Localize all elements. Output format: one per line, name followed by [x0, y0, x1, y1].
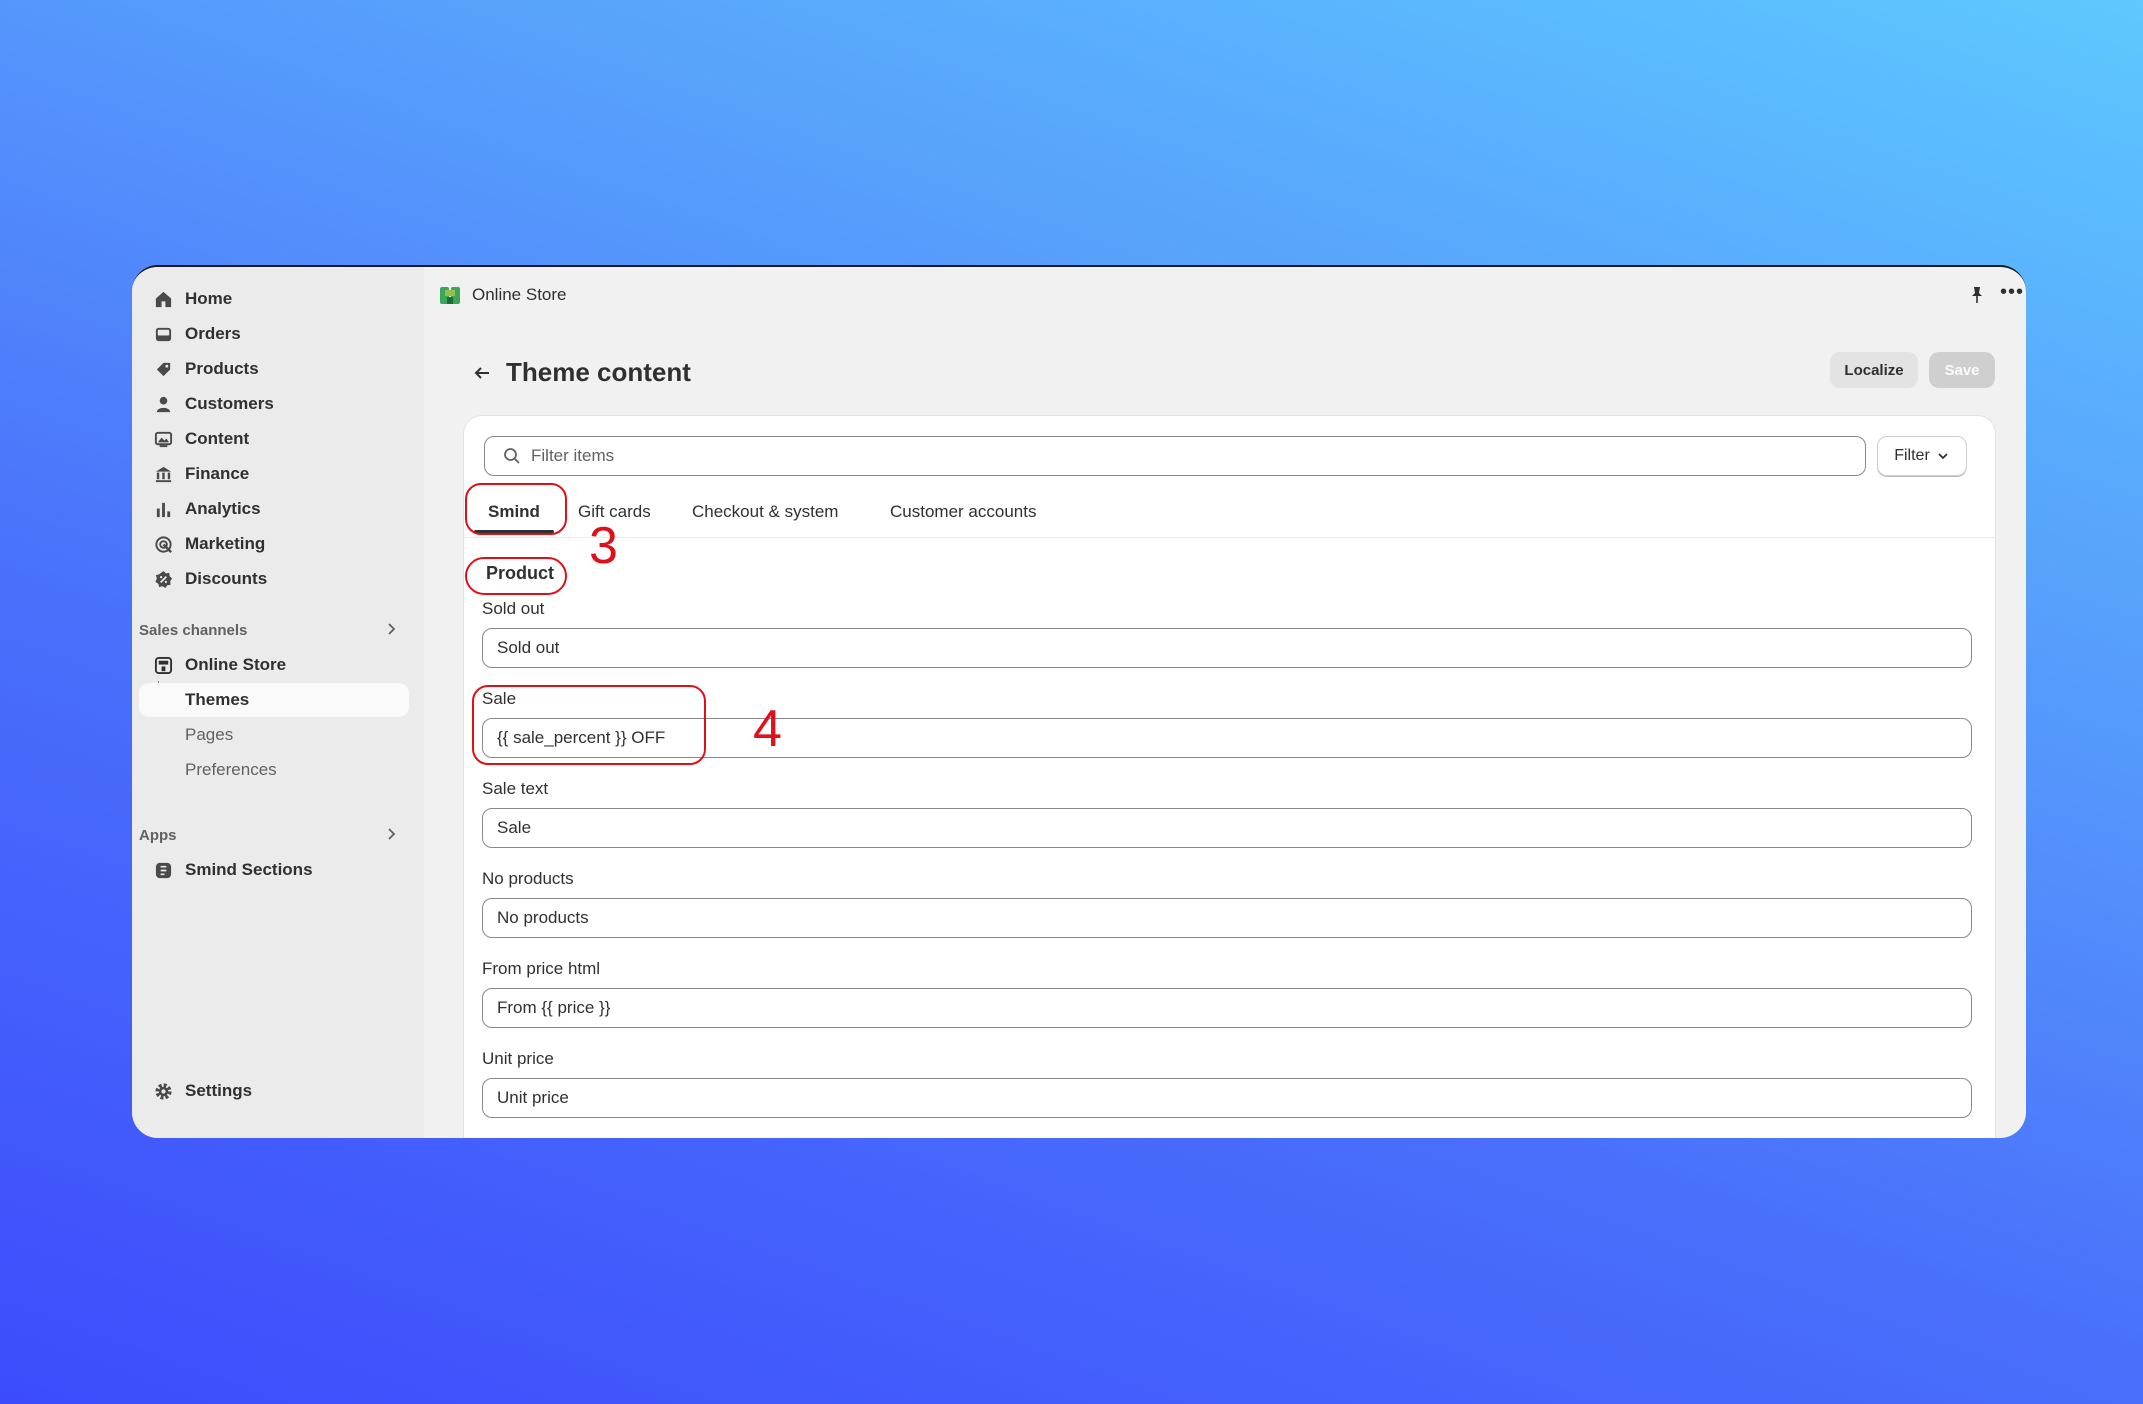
field-label-unit-price: Unit price	[482, 1049, 554, 1068]
field-label-no-products: No products	[482, 869, 574, 888]
sidebar-item-label: Online Store	[185, 655, 287, 674]
sidebar-item-label: Orders	[185, 324, 241, 343]
person-icon	[153, 394, 173, 414]
tag-icon	[153, 359, 173, 379]
apps-header[interactable]: Apps	[139, 822, 409, 848]
filter-search-box[interactable]	[484, 436, 1866, 476]
sidebar-item-marketing[interactable]: Marketing	[139, 527, 409, 561]
sidebar-item-label: Preferences	[185, 760, 277, 779]
store-icon	[153, 655, 173, 675]
page-header: Theme content	[472, 357, 691, 388]
tabs-divider	[464, 537, 1995, 538]
filter-button-label: Filter	[1894, 447, 1930, 464]
target-icon	[153, 534, 173, 554]
sidebar-item-label: Marketing	[185, 534, 266, 553]
chevron-right-icon	[388, 828, 396, 840]
tab-checkout-system[interactable]: Checkout & system	[692, 494, 838, 530]
bank-icon	[153, 464, 173, 484]
sidebar-item-online-store[interactable]: Online Store	[139, 648, 409, 682]
sales-channels-label: Sales channels	[139, 621, 248, 639]
field-no-products[interactable]: No products	[482, 898, 1972, 938]
annotation-number-3: 3	[589, 517, 618, 575]
annotation-box-product	[465, 557, 567, 595]
field-label-from-price-html: From price html	[482, 959, 601, 978]
field-label-sale-text: Sale text	[482, 779, 549, 798]
sidebar-item-themes[interactable]: Themes	[139, 683, 409, 717]
image-icon	[153, 429, 173, 449]
field-sold-out[interactable]: Sold out	[482, 628, 1972, 668]
bar-chart-icon	[153, 499, 173, 519]
back-arrow-icon[interactable]	[472, 363, 492, 383]
inbox-icon	[153, 324, 173, 344]
annotation-number-4: 4	[753, 700, 782, 758]
sidebar-item-discounts[interactable]: Discounts	[139, 562, 409, 596]
sidebar-item-label: Pages	[185, 725, 234, 744]
sidebar-item-label: Content	[185, 429, 250, 448]
chevron-down-icon	[1938, 453, 1948, 460]
sidebar-item-analytics[interactable]: Analytics	[139, 492, 409, 526]
sidebar-item-content[interactable]: Content	[139, 422, 409, 456]
sidebar-item-label: Settings	[185, 1081, 253, 1100]
sidebar-item-label: Finance	[185, 464, 250, 483]
tab-customer-accounts[interactable]: Customer accounts	[890, 494, 1036, 530]
sidebar-item-label: Customers	[185, 394, 274, 413]
online-store-logo-icon	[440, 287, 460, 304]
sidebar-item-label: Smind Sections	[185, 860, 313, 879]
sidebar-item-products[interactable]: Products	[139, 352, 409, 386]
field-sale-text[interactable]: Sale	[482, 808, 1972, 848]
theme-content-card: Filter Smind Gift cards Checkout & syste…	[464, 416, 1995, 1138]
admin-window: Home Orders Products Customers Content F…	[132, 265, 2026, 1138]
sidebar-item-label: Home	[185, 289, 233, 308]
sidebar-item-home[interactable]: Home	[139, 282, 409, 316]
app-icon	[153, 860, 173, 880]
page-title: Theme content	[506, 357, 691, 387]
sidebar-item-finance[interactable]: Finance	[139, 457, 409, 491]
filter-button[interactable]: Filter	[1877, 436, 1967, 476]
search-icon	[504, 448, 520, 464]
sidebar-item-pages[interactable]: Pages	[139, 718, 409, 752]
sidebar-item-smind-sections[interactable]: Smind Sections	[139, 853, 409, 887]
sales-channels-header[interactable]: Sales channels	[139, 617, 409, 643]
apps-label: Apps	[139, 826, 177, 844]
topbar-title: Online Store	[472, 285, 567, 304]
chevron-right-icon	[388, 623, 396, 635]
sidebar-item-preferences[interactable]: Preferences	[139, 753, 409, 787]
sidebar-item-label: Themes	[185, 690, 250, 709]
more-actions-icon[interactable]: •••	[2000, 282, 2023, 305]
field-from-price-html[interactable]: From {{ price }}	[482, 988, 1972, 1028]
discount-icon	[153, 569, 173, 589]
sidebar-item-label: Products	[185, 359, 259, 378]
top-bar: Online Store •••	[424, 267, 2026, 323]
sidebar-item-orders[interactable]: Orders	[139, 317, 409, 351]
sidebar-item-label: Discounts	[185, 569, 268, 588]
save-button[interactable]: Save	[1929, 352, 1995, 388]
gear-icon	[153, 1081, 173, 1101]
pin-icon[interactable]	[1968, 286, 1986, 304]
sidebar-item-customers[interactable]: Customers	[139, 387, 409, 421]
field-unit-price[interactable]: Unit price	[482, 1078, 1972, 1118]
sidebar-item-label: Analytics	[185, 499, 261, 518]
sidebar: Home Orders Products Customers Content F…	[132, 267, 424, 1138]
annotation-box-sale-field	[472, 685, 706, 765]
field-label-sold-out: Sold out	[482, 599, 545, 618]
annotation-box-tab	[465, 483, 567, 535]
filter-items-input[interactable]	[531, 446, 1831, 466]
sidebar-item-settings[interactable]: Settings	[139, 1074, 409, 1108]
home-icon	[153, 289, 173, 309]
localize-button[interactable]: Localize	[1830, 352, 1918, 388]
